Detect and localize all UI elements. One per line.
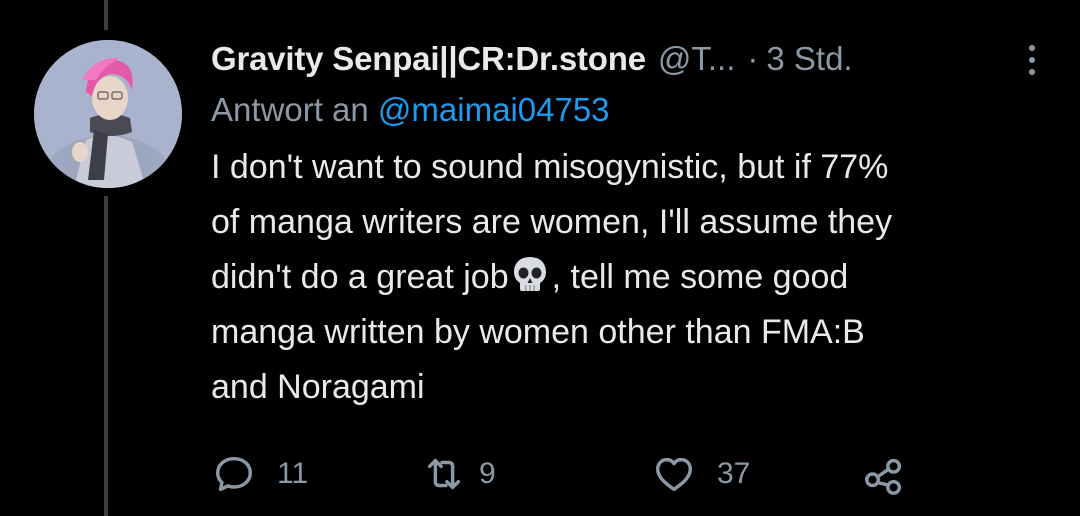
more-options-icon[interactable]: [1017, 40, 1047, 80]
reply-mention-link[interactable]: @maimai04753: [378, 91, 610, 128]
reply-button[interactable]: 11: [211, 448, 308, 500]
tweet-text-line: I don't want to sound misogynistic, but …: [211, 148, 889, 186]
reply-count: 11: [277, 457, 309, 490]
thread-line-bottom: [104, 196, 108, 516]
retweet-button[interactable]: 9: [421, 448, 496, 500]
tweet-text: I don't want to sound misogynistic, but …: [211, 140, 1051, 415]
more-dot: [1029, 45, 1035, 51]
heart-icon: [655, 457, 693, 492]
tweet-content: Gravity Senpai||CR:Dr.stone @T... · 3 St…: [211, 34, 1061, 415]
tweet-actions: 11 9 37: [211, 448, 931, 500]
share-icon: [865, 458, 902, 495]
reply-prefix: Antwort an: [211, 91, 369, 128]
avatar-image: [34, 40, 182, 188]
tweet-header: Gravity Senpai||CR:Dr.stone @T... · 3 St…: [211, 34, 1061, 84]
thread-line-top: [104, 0, 108, 30]
tweet-text-segment: didn't do a great job: [211, 258, 509, 296]
share-button[interactable]: [861, 448, 907, 500]
tweet-text-line: manga written by women other than FMA:B: [211, 313, 865, 351]
tweet-text-segment: , tell me some good: [551, 258, 849, 296]
display-name[interactable]: Gravity Senpai||CR:Dr.stone: [211, 40, 646, 78]
retweet-icon: [427, 458, 461, 490]
retweet-count: 9: [479, 457, 496, 490]
skull-emoji-icon: [513, 257, 546, 291]
tweet-text-line: of manga writers are women, I'll assume …: [211, 203, 893, 241]
tweet-text-line: didn't do a great job , tell me some goo…: [211, 250, 1051, 305]
like-count: 37: [717, 457, 751, 490]
like-button[interactable]: 37: [651, 448, 750, 500]
timestamp[interactable]: 3 Std.: [766, 40, 852, 78]
user-handle[interactable]: @T...: [658, 40, 736, 78]
more-dot: [1029, 57, 1035, 63]
more-dot: [1029, 69, 1035, 75]
tweet-text-line: and Noragami: [211, 368, 425, 406]
reply-context: Antwort an @maimai04753: [211, 84, 1061, 136]
avatar[interactable]: [34, 40, 182, 188]
reply-icon: [215, 456, 253, 492]
separator-dot: ·: [747, 40, 759, 77]
